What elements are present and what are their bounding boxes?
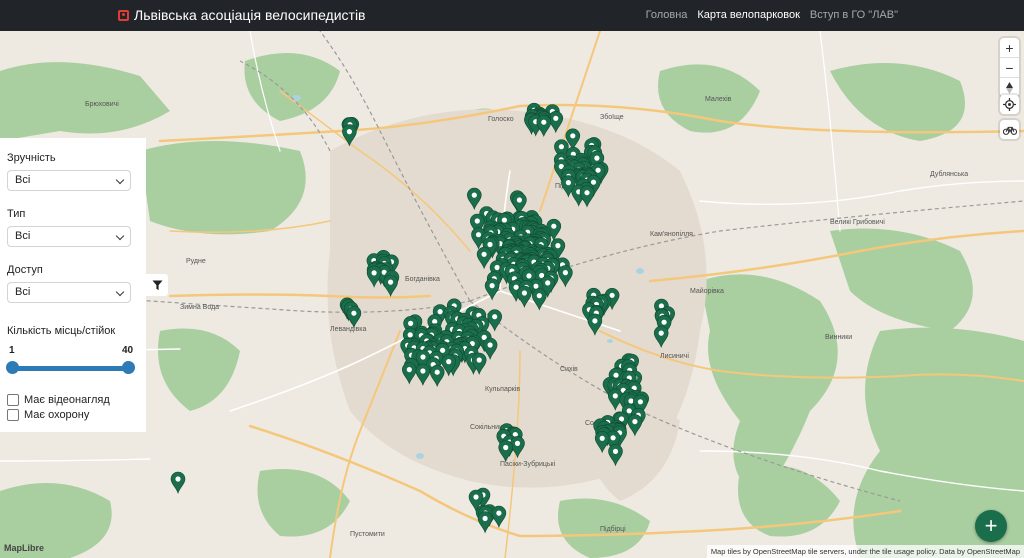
- capacity-max-handle[interactable]: [122, 361, 135, 374]
- navbar: Львівська асоціація велосипедистів Голов…: [0, 0, 1024, 31]
- chevron-down-icon: [115, 175, 125, 185]
- bicycle-icon: [1002, 126, 1017, 135]
- brand[interactable]: Львівська асоціація велосипедистів: [118, 7, 366, 23]
- type-value: Всі: [15, 230, 31, 242]
- nav-join[interactable]: Вступ в ГО "ЛАВ": [810, 9, 898, 21]
- filter-panel: Зручність Всі Тип Всі Доступ Всі Кількіс…: [0, 138, 146, 432]
- place-label: Пасіки-Зубрицькі: [500, 460, 556, 468]
- guard-checkbox-row[interactable]: Має охорону: [7, 409, 89, 421]
- nav-links: Головна Карта велопарковок Вступ в ГО "Л…: [646, 9, 898, 21]
- place-label: Рудне: [186, 258, 206, 265]
- nav-map[interactable]: Карта велопарковок: [697, 9, 800, 21]
- access-label: Доступ: [7, 264, 43, 276]
- guard-checkbox[interactable]: [7, 409, 19, 421]
- filter-toggle-button[interactable]: [146, 274, 168, 296]
- capacity-max: 40: [122, 345, 134, 356]
- bike-layer-control: [1000, 120, 1019, 139]
- place-label: Брюховичі: [85, 100, 119, 108]
- place-label: Пустомити: [350, 531, 385, 538]
- geolocate-icon: [1003, 98, 1016, 111]
- chevron-down-icon: [115, 231, 125, 241]
- place-label: Збоїще: [600, 113, 624, 121]
- map-attribution: Map tiles by OpenStreetMap tile servers,…: [706, 545, 1024, 558]
- place-label: Зимна Вода: [180, 304, 219, 311]
- type-select[interactable]: Всі: [7, 226, 131, 247]
- place-label: Винники: [825, 334, 852, 341]
- add-parking-button[interactable]: +: [975, 510, 1007, 542]
- place-label: Левандівка: [330, 325, 366, 333]
- compass-icon: [1006, 81, 1013, 94]
- place-label: Лисиничі: [660, 352, 689, 360]
- chevron-down-icon: [115, 287, 125, 297]
- capacity-range-track[interactable]: [12, 366, 129, 371]
- maplibre-logo[interactable]: MapLibre: [4, 543, 44, 553]
- video-label: Має відеонагляд: [24, 394, 110, 406]
- place-label: Сихів: [560, 365, 578, 373]
- guard-label: Має охорону: [24, 409, 90, 421]
- place-label: Великі Грибовичі: [830, 218, 885, 226]
- nav-home[interactable]: Головна: [646, 9, 688, 21]
- place-label: Голоско: [488, 116, 514, 123]
- capacity-min-handle[interactable]: [6, 361, 19, 374]
- convenience-label: Зручність: [7, 152, 56, 164]
- zoom-out-button[interactable]: −: [1000, 58, 1019, 78]
- video-checkbox[interactable]: [7, 394, 19, 406]
- access-value: Всі: [15, 286, 31, 298]
- capacity-label: Кількість місць/стійок: [7, 325, 116, 337]
- place-label: Малехів: [705, 95, 732, 103]
- capacity-min: 1: [9, 345, 15, 356]
- map-nav-controls: + −: [1000, 38, 1019, 97]
- type-label: Тип: [7, 208, 26, 220]
- place-label: Підбірці: [600, 525, 626, 533]
- funnel-icon: [151, 279, 163, 290]
- video-checkbox-row[interactable]: Має відеонагляд: [7, 394, 110, 406]
- bike-layer-button[interactable]: [1000, 120, 1019, 139]
- bike-logo-icon: [118, 9, 129, 21]
- zoom-in-button[interactable]: +: [1000, 38, 1019, 58]
- place-label: Богданівка: [405, 275, 440, 283]
- geolocate-button[interactable]: [1000, 95, 1019, 114]
- place-label: Дублянська: [930, 170, 968, 178]
- place-label: Кам'янопілля: [650, 230, 693, 238]
- brand-title: Львівська асоціація велосипедистів: [134, 7, 366, 23]
- place-label: Майорівка: [690, 287, 724, 295]
- convenience-value: Всі: [15, 174, 31, 186]
- geolocate-control: [1000, 95, 1019, 114]
- access-select[interactable]: Всі: [7, 282, 131, 303]
- place-label: Кульпарків: [485, 385, 520, 393]
- convenience-select[interactable]: Всі: [7, 170, 131, 191]
